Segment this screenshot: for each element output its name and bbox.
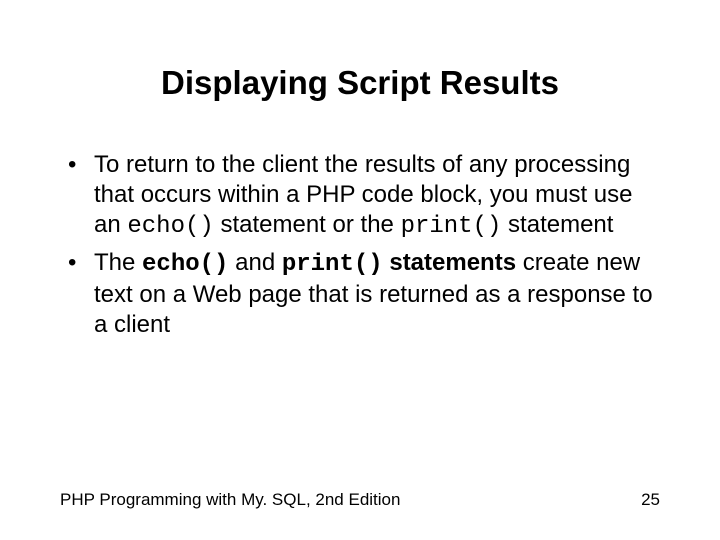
code-text: print() xyxy=(282,251,383,278)
bullet-item: To return to the client the results of a… xyxy=(60,150,660,242)
text: statement or the xyxy=(214,211,401,238)
slide-body: To return to the client the results of a… xyxy=(60,150,660,340)
slide-title: Displaying Script Results xyxy=(60,64,660,102)
text: The xyxy=(94,249,142,276)
footer-page: 25 xyxy=(641,490,660,510)
code-text: echo() xyxy=(142,251,228,278)
text: statement xyxy=(501,211,613,238)
code-text: print() xyxy=(401,213,502,240)
footer: PHP Programming with My. SQL, 2nd Editio… xyxy=(60,490,660,510)
text: statements xyxy=(383,249,516,276)
code-text: echo() xyxy=(127,213,213,240)
text: and xyxy=(228,249,281,276)
slide: Displaying Script Results To return to t… xyxy=(0,0,720,540)
footer-book: PHP Programming with My. SQL, 2nd Editio… xyxy=(60,490,400,510)
bullet-list: To return to the client the results of a… xyxy=(60,150,660,340)
bullet-item: The echo() and print() statements create… xyxy=(60,248,660,340)
